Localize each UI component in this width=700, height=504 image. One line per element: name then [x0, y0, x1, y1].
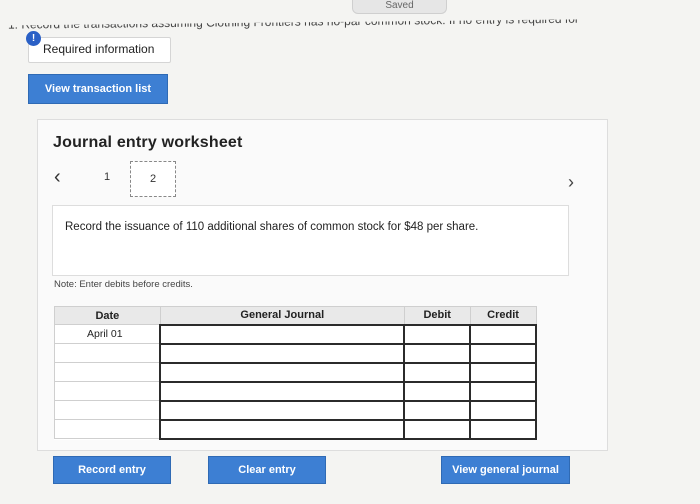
view-transaction-list-button[interactable]: View transaction list: [28, 74, 168, 104]
page-1-link[interactable]: 1: [104, 171, 110, 183]
date-cell: [54, 400, 161, 420]
journal-table: Date General Journal Debit Credit April …: [54, 306, 537, 440]
credit-input[interactable]: [469, 361, 537, 383]
credit-input[interactable]: [469, 380, 537, 402]
table-row: [54, 361, 537, 383]
worksheet-title: Journal entry worksheet: [53, 134, 243, 151]
date-cell: [54, 381, 161, 401]
clear-entry-button[interactable]: Clear entry: [208, 456, 326, 484]
date-cell: [54, 362, 161, 382]
debit-input[interactable]: [403, 418, 472, 440]
date-cell: [54, 419, 161, 439]
debit-input[interactable]: [403, 342, 472, 364]
account-input[interactable]: [159, 418, 406, 440]
account-input[interactable]: [159, 361, 406, 383]
date-cell: [54, 343, 161, 363]
account-input[interactable]: [159, 399, 406, 421]
col-header-date: Date: [54, 306, 161, 325]
required-info-label: Required information: [43, 42, 155, 56]
debit-input[interactable]: [403, 361, 472, 383]
chevron-right-icon[interactable]: ›: [568, 172, 574, 193]
account-input[interactable]: [159, 342, 406, 364]
table-row: [54, 342, 537, 364]
account-input[interactable]: [159, 380, 406, 402]
transaction-instruction: Record the issuance of 110 additional sh…: [52, 205, 569, 276]
alert-icon: !: [26, 31, 41, 46]
tab-required-information[interactable]: Required information: [28, 37, 171, 63]
view-general-journal-button[interactable]: View general journal: [441, 456, 570, 484]
account-input[interactable]: [159, 323, 406, 345]
credit-input[interactable]: [469, 323, 537, 345]
date-cell: April 01: [54, 324, 161, 344]
instruction-text: Record the issuance of 110 additional sh…: [65, 221, 479, 233]
journal-header-row: Date General Journal Debit Credit: [54, 306, 537, 325]
table-row: [54, 380, 537, 402]
debit-input[interactable]: [403, 323, 472, 345]
question-instruction-fragment: 1. Record the transactions assuming Clot…: [8, 11, 579, 32]
journal-entry-worksheet: Journal entry worksheet ‹ 1 2 › Record t…: [37, 119, 608, 451]
debit-credit-note: Note: Enter debits before credits.: [54, 279, 193, 290]
credit-input[interactable]: [469, 418, 537, 440]
page-2-current[interactable]: 2: [130, 161, 176, 197]
credit-input[interactable]: [469, 399, 537, 421]
col-header-general-journal: General Journal: [159, 306, 405, 325]
table-row: [54, 418, 537, 440]
col-header-credit: Credit: [469, 306, 537, 325]
col-header-debit: Debit: [403, 306, 471, 325]
debit-input[interactable]: [403, 399, 472, 421]
table-row: [54, 399, 537, 421]
chevron-left-icon[interactable]: ‹: [54, 166, 61, 189]
table-row: April 01: [54, 323, 537, 345]
debit-input[interactable]: [403, 380, 472, 402]
saved-status: Saved: [352, 0, 447, 14]
record-entry-button[interactable]: Record entry: [53, 456, 171, 484]
credit-input[interactable]: [469, 342, 537, 364]
